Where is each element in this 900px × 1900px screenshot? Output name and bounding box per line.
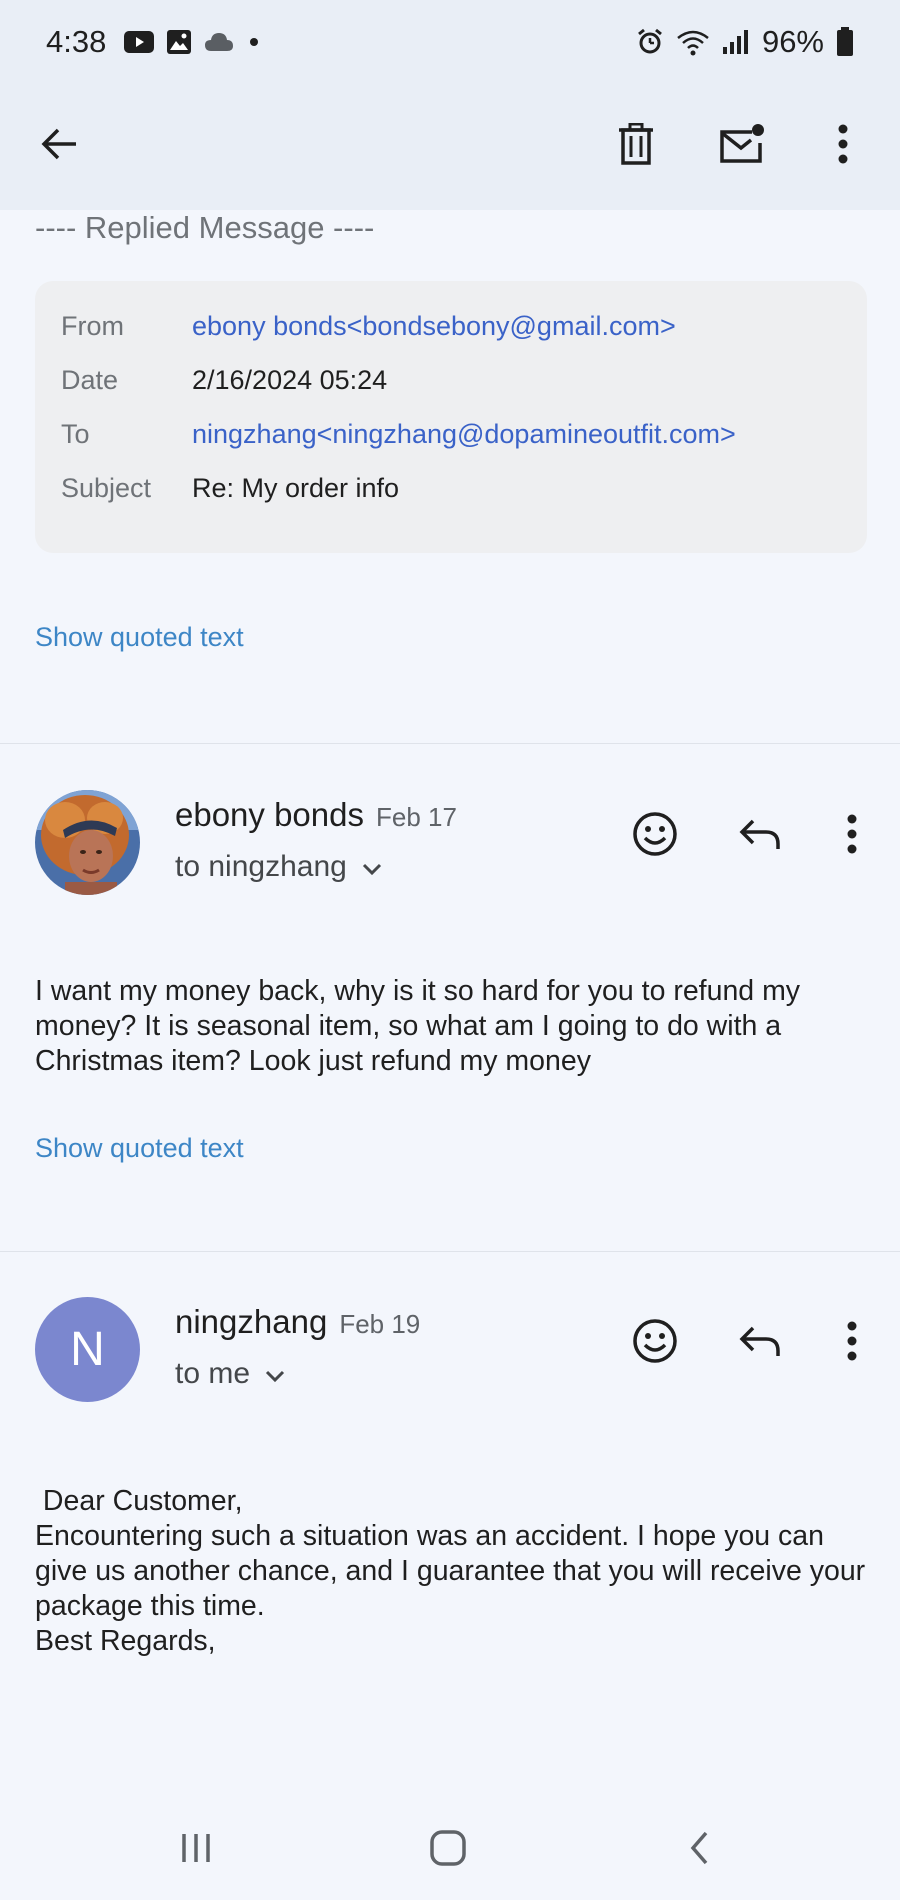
- from-address-link[interactable]: ebony bonds<bondsebony@gmail.com>: [192, 311, 676, 342]
- meta-row-to: To ningzhang<ningzhang@dopamineoutfit.co…: [61, 419, 736, 450]
- message-more-button[interactable]: [824, 808, 880, 864]
- mark-unread-button[interactable]: [710, 114, 774, 178]
- mark-unread-icon: [718, 123, 766, 170]
- alarm-icon: [636, 28, 664, 56]
- message-header[interactable]: N ningzhang Feb 19 to me: [0, 1297, 900, 1407]
- nav-back-button[interactable]: [670, 1826, 730, 1874]
- recipient-details-toggle[interactable]: to ningzhang: [175, 850, 383, 884]
- divider: [0, 743, 900, 744]
- recipient-details-toggle[interactable]: to me: [175, 1357, 286, 1391]
- avatar[interactable]: [35, 790, 140, 895]
- app-bar: [0, 84, 900, 210]
- more-vert-icon: [846, 1321, 858, 1366]
- battery-percent: 96%: [761, 24, 824, 59]
- home-icon: [429, 1829, 467, 1872]
- replied-message-header: ---- Replied Message ----: [35, 210, 375, 245]
- home-button[interactable]: [418, 1826, 478, 1874]
- wifi-icon: [676, 28, 710, 56]
- reply-icon: [738, 817, 782, 856]
- status-time: 4:38: [46, 24, 107, 59]
- more-vert-icon: [837, 124, 849, 169]
- battery-icon: [836, 27, 854, 57]
- message-date: Feb 17: [376, 802, 457, 832]
- replied-message-meta: From ebony bonds<bondsebony@gmail.com> D…: [35, 281, 867, 553]
- meta-row-from: From ebony bonds<bondsebony@gmail.com>: [61, 311, 676, 342]
- meta-label: Subject: [61, 473, 152, 503]
- chevron-down-icon: [264, 1357, 286, 1391]
- signal-icon: [722, 29, 750, 55]
- more-vert-icon: [846, 814, 858, 859]
- body-line: Encountering such a situation was an acc…: [35, 1520, 866, 1622]
- message-more-button[interactable]: [824, 1315, 880, 1371]
- gallery-icon: [166, 29, 192, 55]
- sender-line: ningzhang Feb 19: [175, 1303, 420, 1341]
- message-header[interactable]: ebony bonds Feb 17 to ningzhang: [0, 790, 900, 900]
- reply-button[interactable]: [732, 1315, 788, 1371]
- show-quoted-text-link[interactable]: Show quoted text: [35, 1133, 244, 1164]
- body-line: Best Regards,: [35, 1625, 216, 1657]
- recent-apps-button[interactable]: [166, 1826, 226, 1874]
- body-line: Dear Customer,: [35, 1485, 243, 1517]
- status-bar: 4:38 96%: [0, 0, 900, 84]
- meta-value: 2/16/2024 05:24: [192, 365, 388, 395]
- recent-apps-icon: [178, 1832, 214, 1869]
- recipient-label: to ningzhang: [175, 850, 347, 883]
- back-button[interactable]: [28, 114, 92, 178]
- meta-label: From: [61, 311, 124, 341]
- sender-name: ebony bonds: [175, 796, 364, 833]
- meta-row-date: Date 2/16/2024 05:24: [61, 365, 387, 396]
- reply-icon: [738, 1324, 782, 1363]
- message-body: I want my money back, why is it so hard …: [35, 975, 801, 1077]
- more-options-button[interactable]: [811, 114, 875, 178]
- youtube-icon: [124, 30, 155, 54]
- avatar[interactable]: N: [35, 1297, 140, 1402]
- meta-label: Date: [61, 365, 119, 395]
- emoji-icon: [632, 811, 678, 862]
- meta-row-subject: Subject Re: My order info: [61, 473, 399, 504]
- react-button[interactable]: [627, 808, 683, 864]
- message-body: Dear Customer, Encountering such a situa…: [35, 1484, 875, 1659]
- back-icon: [688, 1830, 712, 1871]
- react-button[interactable]: [627, 1315, 683, 1371]
- dot-icon: [246, 34, 262, 50]
- meta-label: To: [61, 419, 90, 449]
- divider: [0, 1251, 900, 1252]
- delete-icon: [617, 122, 655, 170]
- message-date: Feb 19: [339, 1309, 421, 1339]
- system-nav-bar: [0, 1800, 900, 1900]
- reply-button[interactable]: [732, 808, 788, 864]
- back-arrow-icon: [40, 124, 80, 169]
- cloud-icon: [204, 31, 234, 53]
- to-address-link[interactable]: ningzhang<ningzhang@dopamineoutfit.com>: [192, 419, 736, 450]
- chevron-down-icon: [361, 850, 383, 884]
- show-quoted-text-link[interactable]: Show quoted text: [35, 622, 244, 653]
- meta-value: Re: My order info: [192, 473, 400, 503]
- delete-button[interactable]: [604, 114, 668, 178]
- sender-line: ebony bonds Feb 17: [175, 796, 457, 834]
- sender-name: ningzhang: [175, 1303, 328, 1340]
- recipient-label: to me: [175, 1357, 251, 1390]
- emoji-icon: [632, 1318, 678, 1369]
